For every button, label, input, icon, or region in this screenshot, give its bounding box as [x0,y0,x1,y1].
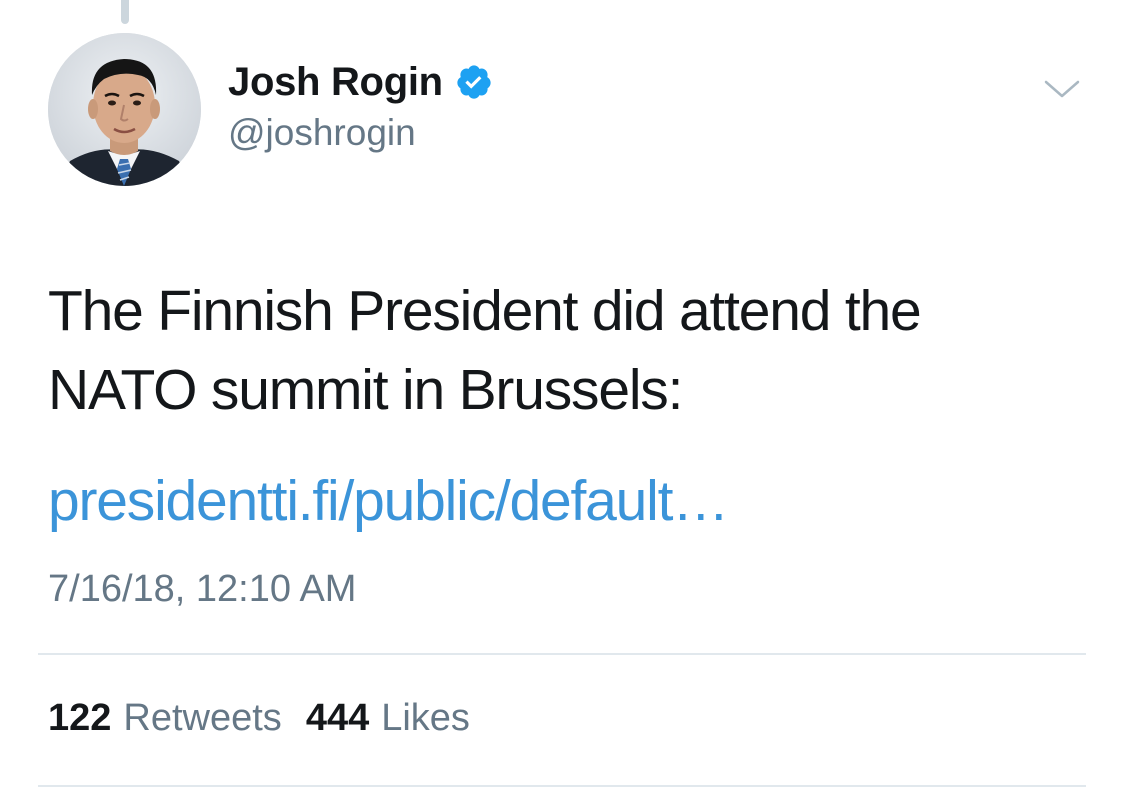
retweets-count: 122 [48,697,112,739]
verified-badge-icon [455,63,493,101]
tweet-text: The Finnish President did attend the NAT… [48,272,1088,430]
likes-label: Likes [381,697,470,739]
author-display-name[interactable]: Josh Rogin [228,60,443,105]
avatar-photo-icon [48,33,201,186]
likes-count: 444 [305,697,370,739]
retweets-stat[interactable]: 122 Retweets [48,697,282,740]
author-handle[interactable]: @joshrogin [228,112,416,154]
tweet-timestamp[interactable]: 7/16/18, 12:10 AM [48,568,356,611]
thread-connector-line [121,0,129,24]
tweet-stats: 122 Retweets 444 Likes [48,697,470,740]
tweet-text-line: The Finnish President did attend the [48,279,922,343]
author-name-row[interactable]: Josh Rogin [228,56,493,108]
divider [38,785,1086,787]
retweets-label: Retweets [123,697,282,739]
tweet-text-line: NATO summit in Brussels: [48,358,683,422]
likes-stat[interactable]: 444 Likes [306,697,470,740]
avatar[interactable] [48,33,201,186]
chevron-down-icon[interactable] [1040,72,1084,104]
tweet-link[interactable]: presidentti.fi/public/default… [48,462,729,541]
divider [38,653,1086,655]
